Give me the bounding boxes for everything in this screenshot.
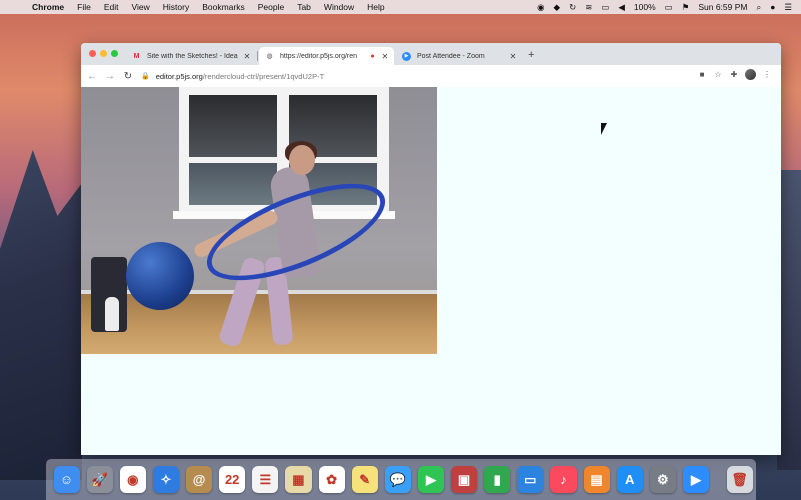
messages-icon[interactable]: 💬: [384, 466, 411, 493]
browser-toolbar: ← → ↻ 🔒 editor.p5js.org /rendercloud-ctr…: [81, 65, 781, 88]
globe-icon: ◍: [266, 53, 273, 60]
new-tab-button[interactable]: +: [528, 49, 534, 61]
menu-edit[interactable]: Edit: [104, 2, 119, 12]
menu-app-name[interactable]: Chrome: [32, 2, 64, 12]
page-content: [81, 87, 781, 455]
notes-icon[interactable]: ✎: [351, 466, 378, 493]
keynote-icon[interactable]: ▭: [517, 466, 544, 493]
menu-file[interactable]: File: [77, 2, 91, 12]
reminders-icon[interactable]: ☰: [252, 466, 279, 493]
address-host: editor.p5js.org: [155, 71, 203, 81]
extensions-icon[interactable]: ✚: [726, 70, 742, 79]
close-icon[interactable]: ✕: [508, 52, 518, 61]
window-pane: [189, 163, 277, 205]
display-icon[interactable]: ▭: [601, 2, 609, 13]
close-window-button[interactable]: [89, 50, 96, 57]
menu-tab[interactable]: Tab: [297, 2, 311, 12]
menu-help[interactable]: Help: [367, 2, 384, 12]
trash-icon[interactable]: 🗑: [726, 466, 753, 493]
tab-strip: M Site with the Sketches! - Idea ✕ ◍ htt…: [81, 43, 781, 65]
safari-icon[interactable]: ✧: [152, 466, 179, 493]
user-icon[interactable]: ●: [770, 2, 775, 12]
menu-window[interactable]: Window: [324, 2, 354, 12]
exercise-ball: [126, 242, 194, 310]
tab-label: Site with the Sketches! - Idea: [147, 52, 238, 60]
battery-icon[interactable]: ▭: [665, 2, 673, 13]
close-icon[interactable]: ✕: [242, 52, 252, 61]
menu-history[interactable]: History: [163, 2, 189, 12]
forward-icon[interactable]: →: [103, 71, 117, 82]
volume-icon[interactable]: ◀: [618, 2, 625, 13]
photo-booth-icon[interactable]: ▣: [451, 466, 478, 493]
desktop-wallpaper-left: [0, 150, 82, 480]
facetime-icon[interactable]: ▶: [417, 466, 444, 493]
window-pane: [189, 95, 277, 157]
numbers-icon[interactable]: ▮: [484, 466, 511, 493]
browser-window: M Site with the Sketches! - Idea ✕ ◍ htt…: [81, 43, 781, 455]
wifi-icon[interactable]: ≋: [585, 2, 592, 13]
music-icon[interactable]: ♪: [550, 466, 577, 493]
tab-label: Post Attendee - Zoom: [417, 52, 485, 60]
books-icon[interactable]: ▤: [583, 466, 610, 493]
recording-icon: ●: [370, 52, 375, 60]
tab-p5js[interactable]: ◍ https://editor.p5js.org/ren ● ✕: [259, 47, 394, 65]
menu-kebab-icon[interactable]: ⋮: [759, 70, 775, 79]
launchpad-icon[interactable]: 🚀: [86, 466, 113, 493]
tab-divider: [257, 51, 258, 61]
battery-percent[interactable]: 100%: [634, 2, 656, 12]
menu-bar: Chrome File Edit View History Bookmarks …: [0, 0, 801, 14]
dancer-head: [289, 145, 315, 175]
close-icon[interactable]: ✕: [380, 52, 390, 61]
screen-record-icon[interactable]: ◉: [537, 2, 544, 13]
reload-icon[interactable]: ↻: [121, 71, 135, 82]
lock-icon[interactable]: 🔒: [141, 72, 150, 80]
zoom-icon: ▶: [402, 51, 411, 61]
preview-icon[interactable]: ▦: [285, 466, 312, 493]
address-path: /rendercloud-ctrl/present/1qvdU2P-T: [202, 71, 325, 81]
gmail-icon: M: [133, 52, 140, 60]
webcam-video: [81, 87, 437, 354]
minimize-window-button[interactable]: [100, 50, 107, 57]
mouse-cursor: [601, 123, 607, 135]
dock: ☺ 🚀 ◉ ✧ @22 ☰ ▦ ✿ ✎ 💬 ▶ ▣ ▮ ▭ ♪ ▤ A ⚙ ▶ 🗑: [46, 459, 756, 500]
system-preferences-icon[interactable]: ⚙: [649, 466, 676, 493]
profile-avatar[interactable]: [745, 69, 756, 80]
wood-floor: [81, 294, 437, 354]
finder-icon[interactable]: ☺: [53, 466, 80, 493]
toolbar-actions: ■ ☆ ✚ ⋮: [694, 69, 775, 80]
notification-center-icon[interactable]: ☰: [784, 2, 792, 13]
menu-extras: ◉ ◆ ↻ ≋ ▭ ◀ 100% ▭ ⚑ Sun 6:59 PM ⌕ ● ☰: [537, 0, 801, 14]
camera-icon[interactable]: ■: [694, 70, 710, 79]
contacts-icon[interactable]: @: [186, 466, 213, 493]
app-store-icon[interactable]: A: [616, 466, 643, 493]
menu-view[interactable]: View: [131, 2, 149, 12]
menu-people[interactable]: People: [258, 2, 284, 12]
chrome-icon[interactable]: ◉: [119, 466, 146, 493]
flag-icon[interactable]: ⚑: [682, 2, 690, 13]
white-statue: [105, 297, 119, 331]
dropbox-icon[interactable]: ◆: [554, 2, 561, 13]
tab-label: https://editor.p5js.org/ren: [280, 52, 358, 60]
zoom-icon[interactable]: ▶: [682, 466, 709, 493]
bookmark-star-icon[interactable]: ☆: [710, 70, 726, 79]
zoom-window-button[interactable]: [111, 50, 118, 57]
back-icon[interactable]: ←: [85, 71, 99, 82]
menu-bookmarks[interactable]: Bookmarks: [202, 2, 245, 12]
sync-icon[interactable]: ↻: [569, 2, 576, 13]
spotlight-icon[interactable]: ⌕: [756, 2, 761, 13]
calendar-icon[interactable]: 22: [219, 466, 246, 493]
tab-zoom[interactable]: ▶ Post Attendee - Zoom ✕: [396, 47, 522, 65]
address-bar[interactable]: 🔒 editor.p5js.org /rendercloud-ctrl/pres…: [141, 69, 697, 83]
tab-gmail[interactable]: M Site with the Sketches! - Idea ✕: [126, 47, 256, 65]
photos-icon[interactable]: ✿: [318, 466, 345, 493]
menu-clock[interactable]: Sun 6:59 PM: [698, 2, 747, 12]
